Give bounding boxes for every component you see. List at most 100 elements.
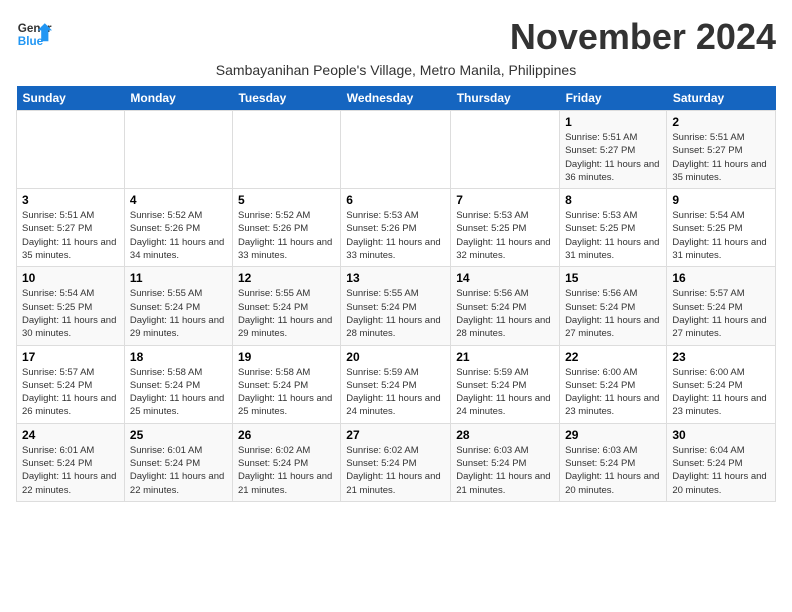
calendar-cell: 3Sunrise: 5:51 AM Sunset: 5:27 PM Daylig… <box>17 189 125 267</box>
calendar-cell: 8 Sunrise: 5:53 AM Sunset: 5:25 PM Daylig… <box>560 189 667 267</box>
day-info: Sunrise: 5:56 AM Sunset: 5:24 PM Dayligh… <box>565 287 661 340</box>
weekday-header-row: SundayMondayTuesdayWednesdayThursdayFrid… <box>17 86 776 111</box>
day-number: 11 <box>130 271 227 285</box>
weekday-header-tuesday: Tuesday <box>232 86 340 111</box>
calendar-cell: 4 Sunrise: 5:52 AM Sunset: 5:26 PM Daylig… <box>124 189 232 267</box>
weekday-header-sunday: Sunday <box>17 86 125 111</box>
calendar-week-row: 3Sunrise: 5:51 AM Sunset: 5:27 PM Daylig… <box>17 189 776 267</box>
day-number: 18 <box>130 350 227 364</box>
day-info: Sunrise: 5:59 AM Sunset: 5:24 PM Dayligh… <box>456 366 554 419</box>
day-number: 21 <box>456 350 554 364</box>
svg-text:Blue: Blue <box>18 35 44 48</box>
day-number: 1 <box>565 115 661 129</box>
weekday-header-friday: Friday <box>560 86 667 111</box>
calendar-week-row: 24 Sunrise: 6:01 AM Sunset: 5:24 PM Dayli… <box>17 423 776 501</box>
day-number: 13 <box>346 271 445 285</box>
calendar-week-row: 10Sunrise: 5:54 AM Sunset: 5:25 PM Dayli… <box>17 267 776 345</box>
calendar-cell: 26 Sunrise: 6:02 AM Sunset: 5:24 PM Dayli… <box>232 423 340 501</box>
day-info: Sunrise: 5:53 AM Sunset: 5:25 PM Dayligh… <box>565 209 661 262</box>
day-info: Sunrise: 5:53 AM Sunset: 5:25 PM Dayligh… <box>456 209 554 262</box>
calendar-cell: 1 Sunrise: 5:51 AM Sunset: 5:27 PM Daylig… <box>560 111 667 189</box>
day-info: Sunrise: 5:54 AM Sunset: 5:25 PM Dayligh… <box>22 287 119 340</box>
day-info: Sunrise: 5:57 AM Sunset: 5:24 PM Dayligh… <box>672 287 770 340</box>
day-number: 6 <box>346 193 445 207</box>
day-info: Sunrise: 5:58 AM Sunset: 5:24 PM Dayligh… <box>238 366 335 419</box>
day-info: Sunrise: 5:51 AM Sunset: 5:27 PM Dayligh… <box>565 131 661 184</box>
calendar-cell <box>232 111 340 189</box>
day-number: 17 <box>22 350 119 364</box>
page-header: General Blue November 2024 <box>16 16 776 58</box>
calendar-cell: 14Sunrise: 5:56 AM Sunset: 5:24 PM Dayli… <box>451 267 560 345</box>
day-info: Sunrise: 5:58 AM Sunset: 5:24 PM Dayligh… <box>130 366 227 419</box>
calendar-cell: 21 Sunrise: 5:59 AM Sunset: 5:24 PM Dayli… <box>451 345 560 423</box>
day-number: 25 <box>130 428 227 442</box>
calendar-cell: 7 Sunrise: 5:53 AM Sunset: 5:25 PM Daylig… <box>451 189 560 267</box>
calendar-cell: 13Sunrise: 5:55 AM Sunset: 5:24 PM Dayli… <box>341 267 451 345</box>
calendar-cell: 29 Sunrise: 6:03 AM Sunset: 5:24 PM Dayli… <box>560 423 667 501</box>
calendar-cell: 27Sunrise: 6:02 AM Sunset: 5:24 PM Dayli… <box>341 423 451 501</box>
day-info: Sunrise: 6:00 AM Sunset: 5:24 PM Dayligh… <box>565 366 661 419</box>
day-info: Sunrise: 6:01 AM Sunset: 5:24 PM Dayligh… <box>22 444 119 497</box>
day-info: Sunrise: 5:54 AM Sunset: 5:25 PM Dayligh… <box>672 209 770 262</box>
calendar-cell: 20Sunrise: 5:59 AM Sunset: 5:24 PM Dayli… <box>341 345 451 423</box>
day-number: 20 <box>346 350 445 364</box>
day-info: Sunrise: 5:57 AM Sunset: 5:24 PM Dayligh… <box>22 366 119 419</box>
calendar-cell: 18 Sunrise: 5:58 AM Sunset: 5:24 PM Dayli… <box>124 345 232 423</box>
calendar-cell: 10Sunrise: 5:54 AM Sunset: 5:25 PM Dayli… <box>17 267 125 345</box>
day-number: 15 <box>565 271 661 285</box>
logo-icon: General Blue <box>16 16 52 52</box>
calendar-cell: 22 Sunrise: 6:00 AM Sunset: 5:24 PM Dayli… <box>560 345 667 423</box>
calendar-header: SundayMondayTuesdayWednesdayThursdayFrid… <box>17 86 776 111</box>
day-number: 30 <box>672 428 770 442</box>
day-info: Sunrise: 5:52 AM Sunset: 5:26 PM Dayligh… <box>130 209 227 262</box>
day-info: Sunrise: 6:02 AM Sunset: 5:24 PM Dayligh… <box>238 444 335 497</box>
day-info: Sunrise: 6:03 AM Sunset: 5:24 PM Dayligh… <box>456 444 554 497</box>
day-number: 26 <box>238 428 335 442</box>
calendar-week-row: 1 Sunrise: 5:51 AM Sunset: 5:27 PM Daylig… <box>17 111 776 189</box>
calendar-cell: 15 Sunrise: 5:56 AM Sunset: 5:24 PM Dayli… <box>560 267 667 345</box>
day-number: 29 <box>565 428 661 442</box>
day-number: 22 <box>565 350 661 364</box>
calendar-cell: 5Sunrise: 5:52 AM Sunset: 5:26 PM Daylig… <box>232 189 340 267</box>
day-number: 7 <box>456 193 554 207</box>
day-info: Sunrise: 5:55 AM Sunset: 5:24 PM Dayligh… <box>238 287 335 340</box>
day-info: Sunrise: 6:04 AM Sunset: 5:24 PM Dayligh… <box>672 444 770 497</box>
weekday-header-thursday: Thursday <box>451 86 560 111</box>
calendar-cell: 23Sunrise: 6:00 AM Sunset: 5:24 PM Dayli… <box>667 345 776 423</box>
calendar-cell: 28 Sunrise: 6:03 AM Sunset: 5:24 PM Dayli… <box>451 423 560 501</box>
day-number: 19 <box>238 350 335 364</box>
day-info: Sunrise: 5:55 AM Sunset: 5:24 PM Dayligh… <box>130 287 227 340</box>
day-number: 28 <box>456 428 554 442</box>
calendar-cell: 19 Sunrise: 5:58 AM Sunset: 5:24 PM Dayli… <box>232 345 340 423</box>
calendar-cell: 16 Sunrise: 5:57 AM Sunset: 5:24 PM Dayli… <box>667 267 776 345</box>
calendar-cell: 17 Sunrise: 5:57 AM Sunset: 5:24 PM Dayli… <box>17 345 125 423</box>
day-number: 24 <box>22 428 119 442</box>
calendar-cell: 30 Sunrise: 6:04 AM Sunset: 5:24 PM Dayli… <box>667 423 776 501</box>
calendar-cell <box>341 111 451 189</box>
calendar-cell: 2Sunrise: 5:51 AM Sunset: 5:27 PM Daylig… <box>667 111 776 189</box>
day-info: Sunrise: 6:02 AM Sunset: 5:24 PM Dayligh… <box>346 444 445 497</box>
weekday-header-monday: Monday <box>124 86 232 111</box>
calendar-cell: 25Sunrise: 6:01 AM Sunset: 5:24 PM Dayli… <box>124 423 232 501</box>
day-number: 3 <box>22 193 119 207</box>
day-info: Sunrise: 5:53 AM Sunset: 5:26 PM Dayligh… <box>346 209 445 262</box>
day-number: 8 <box>565 193 661 207</box>
calendar-cell <box>451 111 560 189</box>
month-title: November 2024 <box>510 16 776 58</box>
weekday-header-wednesday: Wednesday <box>341 86 451 111</box>
calendar-cell: 11 Sunrise: 5:55 AM Sunset: 5:24 PM Dayli… <box>124 267 232 345</box>
day-number: 16 <box>672 271 770 285</box>
day-info: Sunrise: 6:03 AM Sunset: 5:24 PM Dayligh… <box>565 444 661 497</box>
calendar-cell: 9Sunrise: 5:54 AM Sunset: 5:25 PM Daylig… <box>667 189 776 267</box>
day-number: 14 <box>456 271 554 285</box>
calendar-cell: 12Sunrise: 5:55 AM Sunset: 5:24 PM Dayli… <box>232 267 340 345</box>
calendar-cell: 6 Sunrise: 5:53 AM Sunset: 5:26 PM Daylig… <box>341 189 451 267</box>
calendar-subtitle: Sambayanihan People's Village, Metro Man… <box>16 62 776 78</box>
day-info: Sunrise: 5:51 AM Sunset: 5:27 PM Dayligh… <box>672 131 770 184</box>
day-number: 23 <box>672 350 770 364</box>
day-number: 4 <box>130 193 227 207</box>
day-info: Sunrise: 5:52 AM Sunset: 5:26 PM Dayligh… <box>238 209 335 262</box>
calendar-cell: 24 Sunrise: 6:01 AM Sunset: 5:24 PM Dayli… <box>17 423 125 501</box>
weekday-header-saturday: Saturday <box>667 86 776 111</box>
calendar-cell <box>17 111 125 189</box>
